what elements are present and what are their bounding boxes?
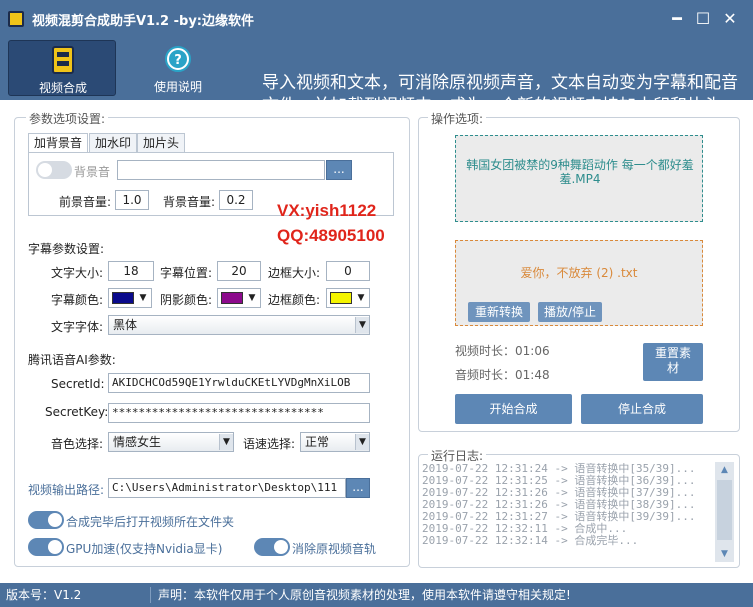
svg-text:?: ?: [174, 53, 182, 68]
text-file-name: 爱你，不放弃 (2) .txt: [520, 266, 638, 280]
fg-volume-label: 前景音量:: [59, 195, 112, 209]
film-icon: [52, 46, 74, 74]
video-compose-label: 视频合成: [38, 81, 87, 95]
audio-duration-value: 01:48: [515, 368, 550, 382]
tab-bgm[interactable]: 加背景音: [28, 133, 89, 153]
speed-label: 语速选择:: [243, 437, 296, 451]
reset-materials-button[interactable]: 重置素材: [643, 343, 703, 381]
shadow-color-label: 阴影颜色:: [160, 293, 213, 307]
tab-watermark[interactable]: 加水印: [89, 133, 138, 153]
bgm-path-input[interactable]: [117, 160, 325, 180]
log-output: 2019-07-22 12:31:24 -> 语音转换中[35/39]... 2…: [422, 463, 712, 561]
video-duration-value: 01:06: [515, 344, 550, 358]
notice-text: 声明：本软件仅用于个人原创音视频素材的处理，使用本软件请遵守相关规定!: [158, 588, 571, 602]
sub-color-label: 字幕颜色:: [51, 293, 104, 307]
stop-compose-button[interactable]: 停止合成: [581, 394, 703, 424]
chevron-down-icon: ▼: [219, 434, 233, 450]
voice-select-value: 情感女生: [113, 435, 162, 449]
video-compose-button[interactable]: 视频合成: [8, 40, 116, 96]
bgm-label: 背景音: [74, 165, 111, 179]
chevron-down-icon: ▼: [357, 293, 365, 303]
help-button[interactable]: ? 使用说明: [124, 40, 232, 96]
secret-id-input[interactable]: AKIDCHCOd59QE1YrwlduCKEtLYVDgMnXiLOB: [108, 373, 370, 393]
font-select-value: 黑体: [113, 318, 138, 332]
scroll-up-icon[interactable]: ▲: [715, 462, 734, 478]
text-drop-zone[interactable]: 爱你，不放弃 (2) .txt 重新转换 播放/停止: [455, 240, 703, 326]
open-folder-label: 合成完毕后打开视频所在文件夹: [66, 515, 235, 529]
tts-legend: 腾讯语音AI参数:: [28, 353, 116, 367]
border-color-swatch: [330, 292, 352, 304]
font-label: 文字字体:: [51, 320, 104, 334]
chevron-down-icon: ▼: [248, 293, 256, 303]
subtitle-legend: 字幕参数设置:: [28, 242, 105, 256]
status-divider: [150, 587, 151, 603]
log-line: 2019-07-22 12:32:14 -> 合成完毕...: [422, 534, 639, 547]
contact-vx: VX:yish1122: [277, 201, 377, 220]
voice-select[interactable]: 情感女生 ▼: [108, 432, 234, 452]
window-title: 视频混剪合成助手V1.2 -by:边缘软件: [32, 14, 254, 29]
bg-volume-input[interactable]: 0.2: [219, 190, 253, 210]
output-path-input[interactable]: C:\Users\Administrator\Desktop\111: [108, 478, 346, 498]
reconvert-button[interactable]: 重新转换: [468, 302, 530, 322]
bg-volume-label: 背景音量:: [163, 195, 216, 209]
shadow-color-swatch: [221, 292, 243, 304]
font-size-label: 文字大小:: [51, 266, 104, 280]
voice-label: 音色选择:: [51, 437, 104, 451]
sub-pos-label: 字幕位置:: [160, 266, 213, 280]
contact-qq: QQ:48905100: [277, 226, 385, 245]
output-path-label: 视频输出路径:: [28, 483, 105, 497]
header-ribbon: 视频合成 ? 使用说明 导入视频和文本，可消除原视频声音，文本自动变为字幕和配音…: [0, 38, 753, 116]
secret-key-input[interactable]: ********************************: [108, 403, 370, 423]
fg-volume-input[interactable]: 1.0: [115, 190, 149, 210]
video-file-name: 韩国女团被禁的9种舞蹈动作 每一个都好羞羞.MP4: [466, 158, 694, 186]
chevron-down-icon: ▼: [355, 317, 369, 333]
start-compose-button[interactable]: 开始合成: [455, 394, 572, 424]
status-bar: 版本号：V1.2 声明：本软件仅用于个人原创音视频素材的处理，使用本软件请遵守相…: [0, 583, 753, 607]
log-scrollbar[interactable]: ▲ ▼: [715, 462, 734, 562]
secret-id-label: SecretId:: [51, 377, 105, 391]
close-button[interactable]: ✕: [719, 8, 741, 30]
secret-key-label: SecretKey:: [45, 405, 109, 419]
help-label: 使用说明: [153, 80, 202, 94]
title-bar: 视频混剪合成助手V1.2 -by:边缘软件 ━ ☐ ✕: [0, 0, 753, 38]
font-size-input[interactable]: 18: [108, 261, 154, 281]
bgm-toggle[interactable]: [36, 161, 72, 179]
maximize-button[interactable]: ☐: [692, 8, 714, 30]
border-size-label: 边框大小:: [268, 266, 321, 280]
video-drop-zone[interactable]: 韩国女团被禁的9种舞蹈动作 每一个都好羞羞.MP4: [455, 135, 703, 222]
tab-intro-clip[interactable]: 加片头: [137, 133, 186, 153]
params-legend: 参数选项设置:: [26, 110, 109, 127]
border-color-picker[interactable]: ▼: [326, 288, 370, 308]
app-icon: [8, 11, 24, 27]
font-select[interactable]: 黑体 ▼: [108, 315, 370, 335]
speed-select-value: 正常: [305, 435, 330, 449]
subtitle-color-swatch: [112, 292, 134, 304]
intro-text: 导入视频和文本，可消除原视频声音，文本自动变为字幕和配音文件，并加载到视频中，成…: [262, 73, 738, 116]
help-icon: ?: [165, 46, 191, 72]
speed-select[interactable]: 正常 ▼: [300, 432, 370, 452]
video-duration-label: 视频时长：01:06: [455, 344, 550, 358]
subtitle-color-picker[interactable]: ▼: [108, 288, 152, 308]
log-legend: 运行日志:: [428, 447, 487, 464]
minimize-button[interactable]: ━: [666, 8, 688, 30]
chevron-down-icon: ▼: [139, 293, 147, 303]
version-text: 版本号：V1.2: [6, 588, 82, 602]
play-stop-button[interactable]: 播放/停止: [538, 302, 602, 322]
gpu-toggle[interactable]: [28, 538, 64, 556]
shadow-color-picker[interactable]: ▼: [217, 288, 261, 308]
output-browse-button[interactable]: ...: [346, 478, 370, 498]
remove-audio-toggle[interactable]: [254, 538, 290, 556]
chevron-down-icon: ▼: [355, 434, 369, 450]
audio-duration-label: 音频时长：01:48: [455, 368, 550, 382]
sub-pos-input[interactable]: 20: [217, 261, 261, 281]
remove-audio-label: 消除原视频音轨: [292, 542, 377, 556]
bgm-browse-button[interactable]: ...: [326, 160, 352, 180]
gpu-label: GPU加速(仅支持Nvidia显卡): [66, 542, 223, 556]
border-color-label: 边框颜色:: [268, 293, 321, 307]
open-folder-toggle[interactable]: [28, 511, 64, 529]
scroll-down-icon[interactable]: ▼: [715, 546, 734, 562]
ops-legend: 操作选项:: [428, 110, 487, 127]
border-size-input[interactable]: 0: [326, 261, 370, 281]
scroll-thumb[interactable]: [717, 480, 732, 540]
